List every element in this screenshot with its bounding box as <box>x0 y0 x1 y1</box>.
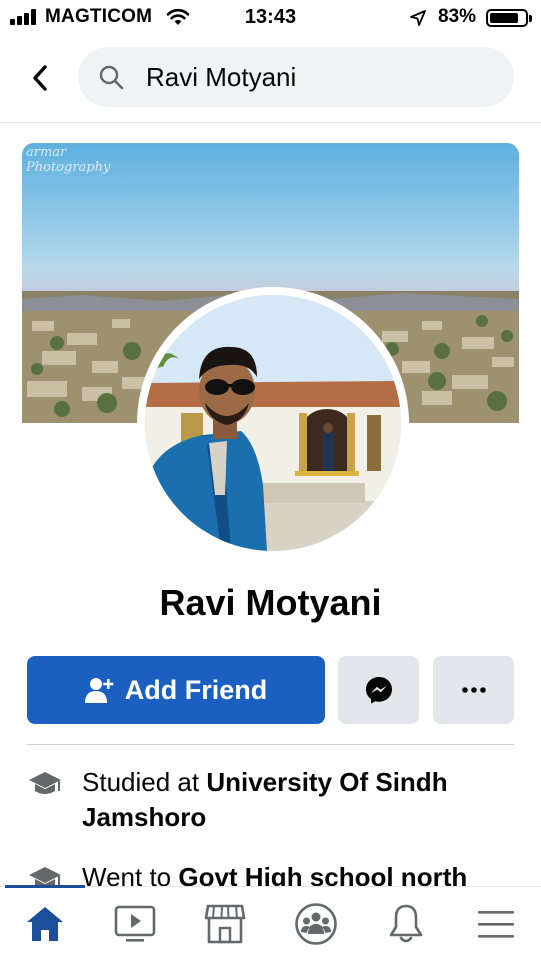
section-divider <box>27 744 514 745</box>
intro-item-education: Studied at University Of Sindh Jamshoro <box>27 765 517 835</box>
bell-icon <box>389 904 423 943</box>
tab-marketplace[interactable] <box>180 887 270 960</box>
groups-icon <box>295 903 337 945</box>
cover-watermark: armar Photography <box>26 145 111 175</box>
profile-name: Ravi Motyani <box>159 582 382 623</box>
search-bar[interactable]: Ravi Motyani <box>78 47 514 107</box>
battery-percentage: 83% <box>438 6 477 27</box>
more-options-button[interactable] <box>433 656 514 724</box>
more-dots-icon <box>461 687 486 693</box>
add-friend-label: Add Friend <box>124 674 268 705</box>
tab-home[interactable] <box>0 885 90 960</box>
header-divider <box>0 122 541 123</box>
battery-icon <box>486 9 532 27</box>
home-icon <box>27 907 63 941</box>
status-bar: MAGTICOM 13:43 83% <box>0 0 541 36</box>
marketplace-icon <box>204 904 246 944</box>
messenger-icon <box>365 677 392 704</box>
profile-picture <box>145 295 401 551</box>
back-button[interactable] <box>24 58 56 98</box>
location-arrow-icon <box>410 10 426 26</box>
active-tab-indicator <box>5 885 85 888</box>
tab-watch[interactable] <box>90 887 180 960</box>
graduation-cap-icon <box>29 772 61 794</box>
add-friend-button[interactable]: Add Friend <box>27 656 325 724</box>
search-query[interactable]: Ravi Motyani <box>146 62 296 93</box>
search-icon <box>99 65 124 90</box>
profile-photo[interactable] <box>137 287 409 559</box>
menu-icon <box>478 911 514 938</box>
chevron-left-icon <box>33 65 47 91</box>
tab-groups[interactable] <box>271 887 361 960</box>
bottom-tab-bar <box>0 885 541 960</box>
video-icon <box>114 905 156 942</box>
tab-notifications[interactable] <box>361 887 451 960</box>
add-person-icon <box>84 678 114 703</box>
messenger-button[interactable] <box>338 656 419 724</box>
intro-text-education: Studied at University Of Sindh Jamshoro <box>82 767 448 832</box>
tab-menu[interactable] <box>451 887 541 960</box>
